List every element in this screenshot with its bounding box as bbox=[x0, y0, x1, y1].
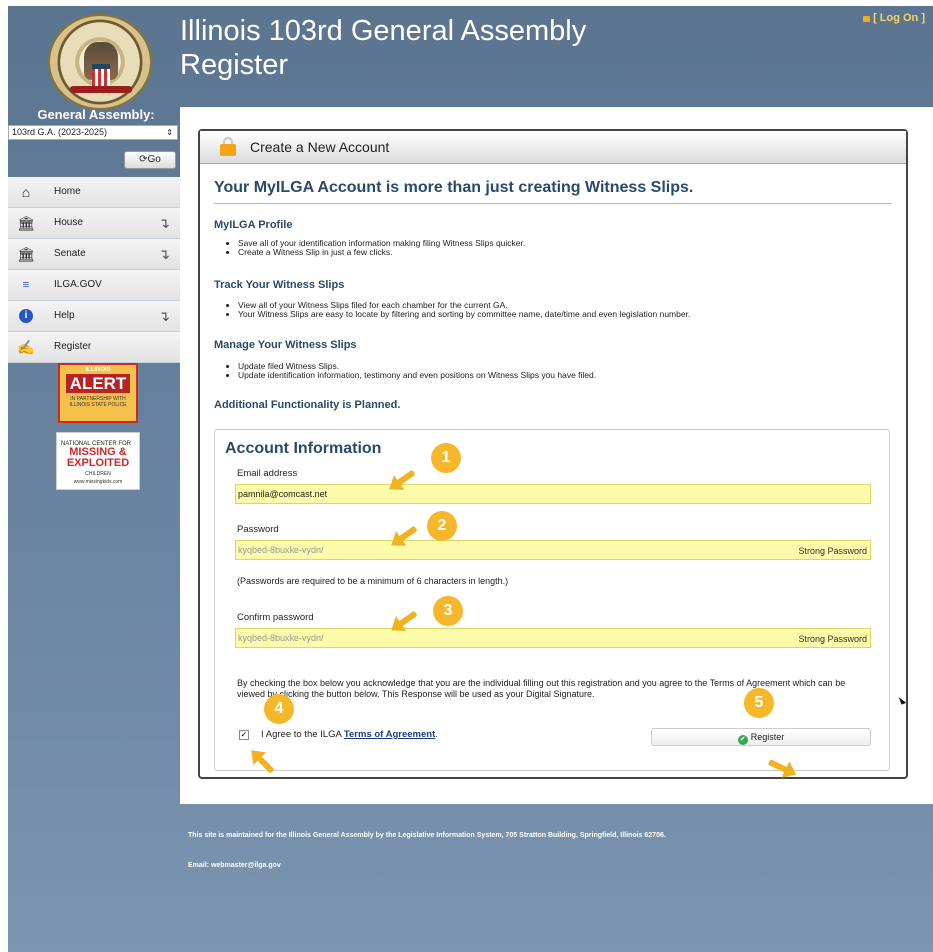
password-strength: Strong Password bbox=[798, 546, 867, 556]
page-title-line2: Register bbox=[180, 49, 288, 81]
register-label: Register bbox=[750, 732, 785, 742]
email-label: Email address bbox=[237, 468, 298, 479]
ilga-icon: ≡ bbox=[22, 279, 30, 291]
panel-header: Create a New Account bbox=[200, 131, 906, 164]
missing-children-banner[interactable]: NATIONAL CENTER FOR MISSING & EXPLOITED … bbox=[56, 432, 140, 490]
confirm-password-field[interactable]: kyqbed-8buxke-vydn/ Strong Password bbox=[235, 628, 871, 648]
list-item: Create a Witness Slip in just a few clic… bbox=[238, 248, 525, 257]
submenu-arrow-icon: ↴ bbox=[158, 308, 170, 324]
submenu-arrow-icon: ↴ bbox=[158, 246, 170, 262]
bullet-list: Update filed Witness Slips. Update ident… bbox=[228, 362, 596, 380]
check-circle-icon: ✔ bbox=[737, 735, 748, 745]
missing-url: www.missingkids.com bbox=[73, 479, 123, 485]
sidebar-item-home[interactable]: ⌂ Home bbox=[8, 177, 180, 208]
amber-alert-banner[interactable]: ILLINOIS ALERT IN PARTNERSHIP WITH ILLIN… bbox=[58, 363, 138, 423]
log-on-link[interactable]: [ Log On ] bbox=[863, 12, 925, 24]
sidebar-item-label: House bbox=[54, 217, 83, 228]
bullet-list: View all of your Witness Slips filed for… bbox=[228, 301, 690, 319]
confirm-password-strength: Strong Password bbox=[798, 634, 867, 644]
confirm-password-value: kyqbed-8buxke-vydn/ bbox=[238, 633, 324, 643]
sidebar-item-help[interactable]: i Help ↴ bbox=[8, 301, 180, 332]
sidebar-item-register[interactable]: ✍ Register bbox=[8, 332, 180, 363]
password-field[interactable]: kyqbed-8buxke-vydn/ Strong Password bbox=[235, 540, 871, 560]
annotation-badge-2: 2 bbox=[427, 511, 457, 541]
missing-line2: MISSING & EXPLOITED bbox=[66, 446, 130, 469]
page-title-line1: Illinois 103rd General Assembly bbox=[180, 15, 587, 47]
lock-icon bbox=[863, 16, 871, 22]
footer-maintained-text: This site is maintained for the Illinois… bbox=[188, 832, 666, 839]
main-content: Create a New Account Your MyILGA Account… bbox=[180, 107, 933, 804]
register-icon: ✍ bbox=[17, 339, 35, 355]
annotation-badge-3: 3 bbox=[433, 596, 463, 626]
info-icon: i bbox=[19, 309, 33, 323]
padlock-icon bbox=[220, 137, 236, 156]
agree-prefix: I Agree to the ILGA bbox=[261, 729, 344, 740]
register-button[interactable]: ✔ Register bbox=[651, 728, 871, 746]
functionality-note: Additional Functionality is Planned. bbox=[214, 399, 401, 411]
sidebar-item-label: Help bbox=[54, 310, 75, 321]
sidebar-nav: ⌂ Home 🏛 House ↴ 🏛 Senate ↴ ≡ ILGA.GOV i… bbox=[8, 177, 180, 363]
password-label: Password bbox=[237, 524, 279, 535]
go-button[interactable]: ⟳Go bbox=[124, 151, 176, 169]
sidebar-item-label: Home bbox=[54, 186, 81, 197]
bullet-list: Save all of your identification informat… bbox=[228, 239, 525, 257]
account-heading: Account Information bbox=[225, 440, 382, 457]
confirm-password-label: Confirm password bbox=[237, 612, 314, 623]
state-seal-logo bbox=[48, 14, 152, 110]
agree-label: I Agree to the ILGA Terms of Agreement. bbox=[261, 729, 438, 740]
annotation-badge-1: 1 bbox=[431, 443, 461, 473]
agree-checkbox[interactable]: ✓ bbox=[239, 730, 249, 740]
terms-of-agreement-link[interactable]: Terms of Agreement bbox=[344, 729, 435, 740]
divider bbox=[214, 203, 892, 204]
page-background: Illinois 103rd General Assembly Register… bbox=[8, 6, 933, 952]
annotation-badge-5: 5 bbox=[744, 688, 774, 718]
seal-ribbon bbox=[70, 86, 132, 93]
amber-bottom-text: IN PARTNERSHIP WITH ILLINOIS STATE POLIC… bbox=[69, 396, 127, 408]
submenu-arrow-icon: ↴ bbox=[158, 215, 170, 231]
sidebar-item-label: ILGA.GOV bbox=[54, 279, 102, 290]
sidebar-item-senate[interactable]: 🏛 Senate ↴ bbox=[8, 239, 180, 270]
section-heading: Track Your Witness Slips bbox=[214, 279, 345, 291]
amber-main-text: ALERT bbox=[66, 374, 130, 393]
section-heading: Manage Your Witness Slips bbox=[214, 339, 357, 351]
agree-suffix: . bbox=[435, 729, 438, 740]
intro-heading: Your MyILGA Account is more than just cr… bbox=[214, 179, 694, 196]
create-account-panel: Create a New Account Your MyILGA Account… bbox=[198, 129, 908, 779]
ga-select-value: 103rd G.A. (2023-2025) bbox=[12, 127, 108, 137]
house-building-icon: 🏛 bbox=[17, 215, 35, 231]
list-item: Your Witness Slips are easy to locate by… bbox=[238, 310, 690, 319]
home-icon: ⌂ bbox=[21, 184, 31, 200]
senate-building-icon: 🏛 bbox=[17, 246, 35, 262]
email-field[interactable]: pamnila@comcast.net bbox=[235, 484, 871, 504]
amber-top-text: ILLINOIS bbox=[85, 367, 111, 373]
account-information-box: Account Information Email address pamnil… bbox=[214, 429, 890, 771]
general-assembly-label: General Assembly: bbox=[37, 107, 155, 122]
general-assembly-select[interactable]: 103rd G.A. (2023-2025) ⇕ bbox=[8, 125, 178, 140]
list-item: Update identification information, testi… bbox=[238, 371, 596, 380]
sidebar-item-ilga-gov[interactable]: ≡ ILGA.GOV bbox=[8, 270, 180, 301]
missing-line3: CHILDREN bbox=[85, 471, 111, 477]
sidebar-item-label: Register bbox=[54, 341, 92, 352]
sidebar-item-label: Senate bbox=[54, 248, 86, 259]
annotation-badge-4: 4 bbox=[264, 694, 294, 724]
section-heading: MyILGA Profile bbox=[214, 219, 293, 231]
sidebar-item-house[interactable]: 🏛 House ↴ bbox=[8, 208, 180, 239]
password-requirement-note: (Passwords are required to be a minimum … bbox=[237, 576, 509, 586]
password-value: kyqbed-8buxke-vydn/ bbox=[238, 545, 324, 555]
shield-emblem bbox=[92, 64, 110, 87]
panel-title: Create a New Account bbox=[250, 139, 390, 155]
page-title: Illinois 103rd General Assembly Register bbox=[180, 14, 586, 82]
email-value: pamnila@comcast.net bbox=[238, 489, 328, 499]
log-on-label: [ Log On ] bbox=[873, 12, 925, 24]
select-arrows-icon: ⇕ bbox=[166, 128, 173, 137]
refresh-icon: ⟳ bbox=[139, 154, 148, 165]
go-label: Go bbox=[147, 154, 161, 165]
footer-email[interactable]: Email: webmaster@ilga.gov bbox=[188, 862, 281, 869]
